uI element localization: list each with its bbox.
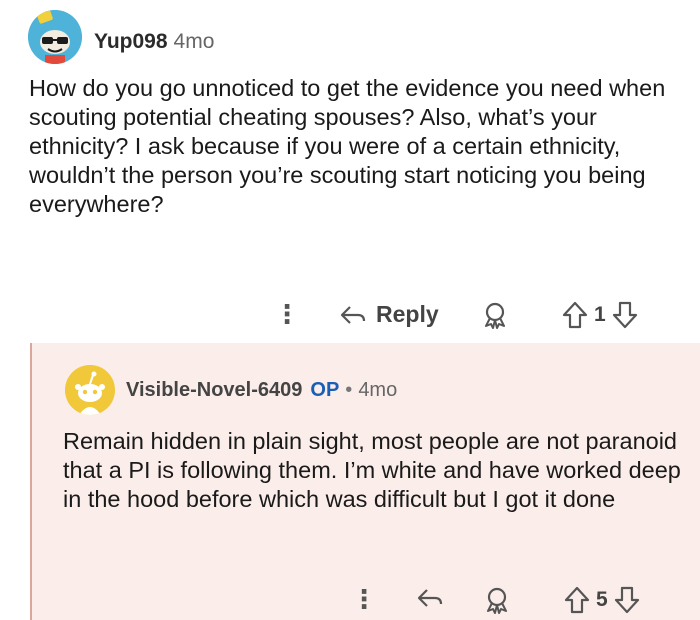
vote-controls: 1 — [562, 301, 638, 329]
comment-header: Visible-Novel-6409 OP • 4mo — [126, 379, 397, 402]
separator: • — [345, 379, 353, 401]
avatar[interactable] — [65, 365, 115, 415]
upvote-icon[interactable] — [564, 586, 590, 614]
award-button[interactable] — [484, 586, 510, 614]
comment-header: Yup098 4mo — [94, 30, 214, 54]
op-badge: OP — [310, 379, 340, 401]
comment-reply-op: Visible-Novel-6409 OP • 4mo Remain hidde… — [30, 343, 700, 620]
comment-actions: ⋮ Reply 1 — [0, 295, 700, 335]
more-options-icon[interactable]: ⋮ — [274, 301, 300, 327]
downvote-icon[interactable] — [612, 301, 638, 329]
snoo-default-avatar-icon — [65, 365, 115, 415]
award-icon — [485, 302, 505, 329]
reply-icon — [340, 305, 366, 324]
username[interactable]: Yup098 — [94, 30, 168, 53]
reply-button[interactable]: Reply — [338, 301, 439, 328]
timestamp: 4mo — [173, 30, 215, 53]
reply-button[interactable] — [415, 586, 445, 610]
more-options-icon[interactable]: ⋮ — [351, 586, 377, 612]
snoo-avatar-icon — [28, 10, 82, 64]
username[interactable]: Visible-Novel-6409 — [126, 379, 302, 402]
award-button[interactable] — [482, 301, 508, 329]
vote-controls: 5 — [564, 586, 640, 614]
comment-yup098: Yup098 4mo How do you go unnoticed to get… — [0, 0, 700, 340]
comment-body: Remain hidden in plain sight, most peopl… — [63, 428, 681, 512]
reply-icon — [417, 589, 443, 607]
downvote-icon[interactable] — [614, 586, 640, 614]
timestamp: 4mo — [358, 379, 398, 401]
upvote-icon[interactable] — [562, 301, 588, 329]
vote-count: 1 — [594, 303, 606, 326]
comment-body: How do you go unnoticed to get the evide… — [29, 75, 666, 217]
comment-actions: ⋮ 5 — [32, 580, 700, 620]
award-icon — [487, 587, 507, 614]
avatar[interactable] — [28, 10, 82, 64]
reply-label: Reply — [376, 301, 439, 327]
vote-count: 5 — [596, 588, 608, 611]
